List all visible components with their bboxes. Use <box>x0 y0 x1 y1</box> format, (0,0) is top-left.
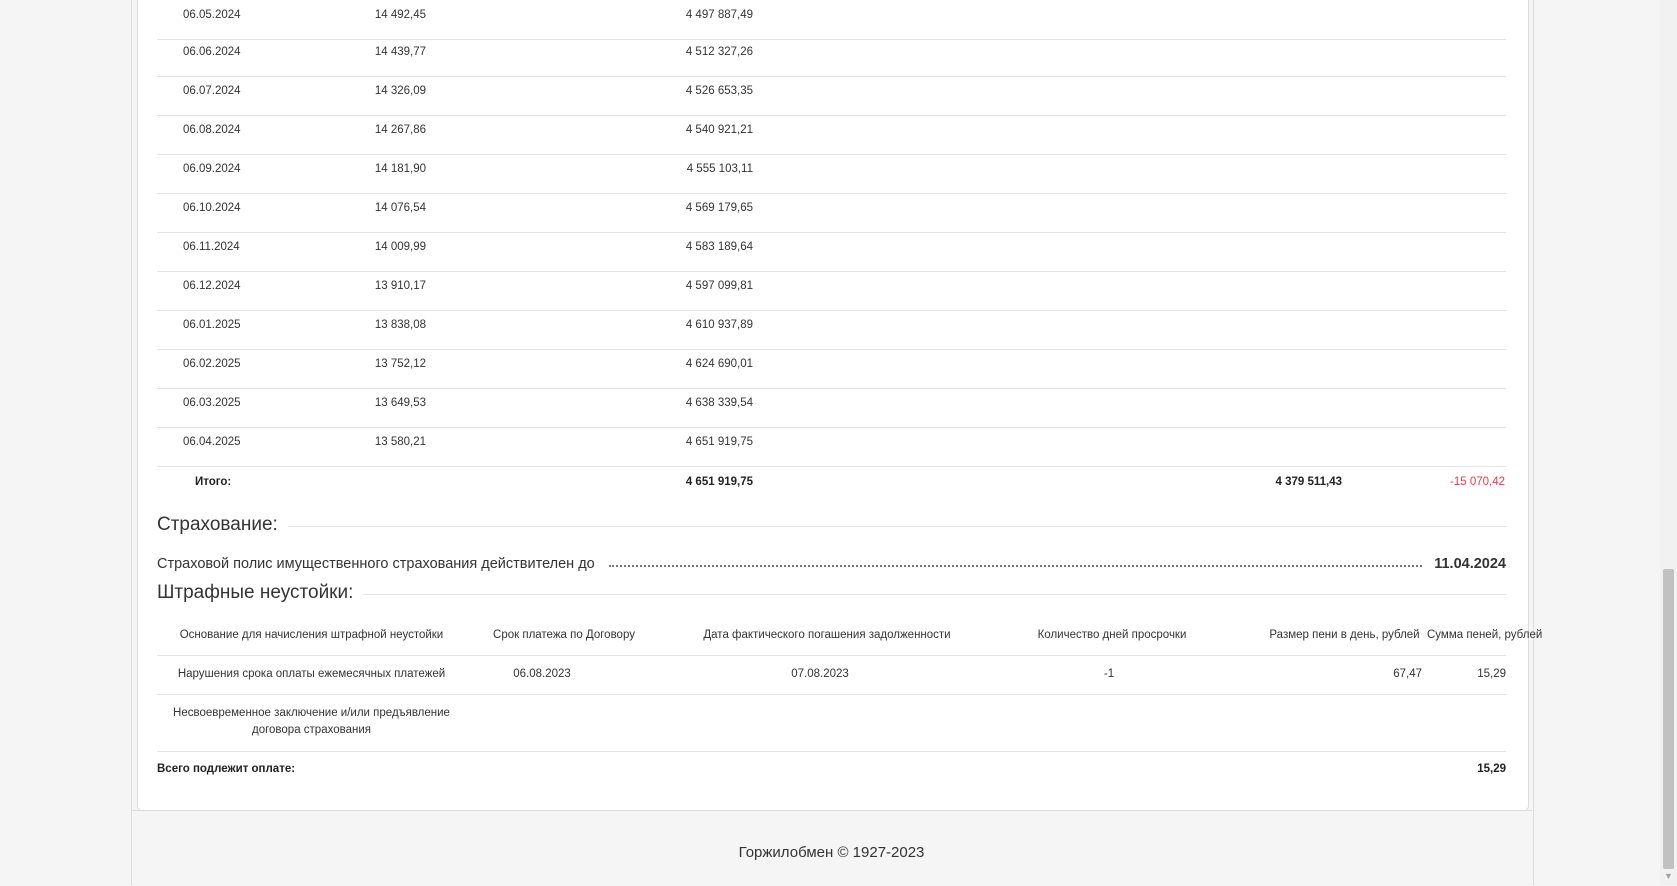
row-date: 06.09.2024 <box>183 163 241 175</box>
table-row: 06.10.2024 14 076,54 4 569 179,65 <box>157 193 1506 233</box>
row-balance: 4 597 099,81 <box>685 280 753 292</box>
row-date: 06.03.2025 <box>183 397 241 409</box>
policy-label: Страховой полис имущественного страхован… <box>157 556 595 572</box>
column-header: Основание для начисления штрафной неусто… <box>179 629 444 641</box>
table-row: 06.03.2025 13 649,53 4 638 339,54 <box>157 388 1506 428</box>
total-paid: 4 379 511,43 <box>1275 476 1342 488</box>
row-balance: 4 624 690,01 <box>685 358 753 370</box>
row-date: 06.10.2024 <box>183 202 241 214</box>
column-header: Дата фактического погашения задолженност… <box>703 629 951 641</box>
total-balance: 4 651 919,75 <box>685 476 753 488</box>
column-header: Сумма пеней, рублей <box>1427 629 1543 641</box>
row-balance: 4 610 937,89 <box>685 319 753 331</box>
row-date: 06.02.2025 <box>183 358 241 370</box>
row-payment: 14 076,54 <box>374 202 426 214</box>
penalty-days: -1 <box>1103 668 1115 680</box>
row-payment: 13 838,08 <box>374 319 426 331</box>
row-balance: 4 569 179,65 <box>685 202 753 214</box>
row-payment: 13 910,17 <box>374 280 426 292</box>
table-row: Нарушения срока оплаты ежемесячных плате… <box>157 656 1506 695</box>
row-payment: 13 580,21 <box>374 436 426 448</box>
penalty-paid-date: 07.08.2023 <box>791 668 849 680</box>
column-header: Срок платежа по Договору <box>493 629 635 641</box>
penalty-due-date: 06.08.2023 <box>513 668 571 680</box>
row-date: 06.06.2024 <box>183 46 241 58</box>
row-date: 06.01.2025 <box>183 319 241 331</box>
row-balance: 4 512 327,26 <box>685 46 753 58</box>
row-payment: 14 181,90 <box>374 163 426 175</box>
table-row: 06.08.2024 14 267,86 4 540 921,21 <box>157 115 1506 155</box>
row-date: 06.05.2024 <box>183 9 241 21</box>
row-balance: 4 555 103,11 <box>686 163 753 175</box>
table-row: 06.04.2025 13 580,21 4 651 919,75 <box>157 427 1506 467</box>
row-balance: 4 638 339,54 <box>685 397 753 409</box>
insurance-policy-row: Страховой полис имущественного страхован… <box>157 550 1506 572</box>
grand-total-row: Всего подлежит оплате: 15,29 <box>157 760 1506 780</box>
insurance-title: Страхование: <box>157 514 278 535</box>
table-row: 06.02.2025 13 752,12 4 624 690,01 <box>157 349 1506 389</box>
scroll-down-arrow-icon[interactable]: ▼ <box>1662 870 1675 882</box>
penalty-sum: 15,29 <box>1477 668 1506 680</box>
table-row: 06.06.2024 14 439,77 4 512 327,26 <box>157 37 1506 77</box>
table-row: 06.11.2024 14 009,99 4 583 189,64 <box>157 232 1506 272</box>
dotted-leader <box>608 565 1423 567</box>
grand-total-label: Всего подлежит оплате: <box>157 763 296 775</box>
policy-date: 11.04.2024 <box>1434 556 1506 572</box>
row-balance: 4 497 887,49 <box>685 9 753 21</box>
penalty-per-day: 67,47 <box>1393 668 1422 680</box>
row-balance: 4 526 653,35 <box>685 85 753 97</box>
section-divider <box>363 593 1506 595</box>
grand-total-value: 15,29 <box>1477 763 1506 775</box>
row-date: 06.08.2024 <box>183 124 241 136</box>
row-payment: 13 752,12 <box>374 358 426 370</box>
row-date: 06.07.2024 <box>183 85 241 97</box>
column-header: Размер пени в день, рублей <box>1269 629 1420 641</box>
row-date: 06.11.2024 <box>183 241 240 253</box>
row-payment: 14 326,09 <box>374 85 426 97</box>
penalties-title: Штрафные неустойки: <box>157 582 354 603</box>
row-payment: 14 492,45 <box>374 9 426 21</box>
schedule-total-row: Итого: 4 651 919,75 4 379 511,43 -15 070… <box>157 472 1506 494</box>
total-label: Итого: <box>195 476 232 488</box>
table-row: Несвоевременное заключение и/или предъяв… <box>157 695 1506 752</box>
row-payment: 14 009,99 <box>374 241 426 253</box>
insurance-section-title: Страхование: <box>157 512 1506 538</box>
scrollbar-thumb[interactable] <box>1663 569 1674 869</box>
row-date: 06.12.2024 <box>183 280 241 292</box>
penalty-reason: Несвоевременное заключение и/или предъяв… <box>173 707 450 736</box>
table-row: 06.05.2024 14 492,45 4 497 887,49 <box>157 0 1506 40</box>
page-footer: Горжилобмен © 1927-2023 <box>131 810 1532 886</box>
row-payment: 13 649,53 <box>374 397 426 409</box>
penalties-section-title: Штрафные неустойки: <box>157 580 1506 606</box>
row-date: 06.04.2025 <box>183 436 241 448</box>
table-row: 06.09.2024 14 181,90 4 555 103,11 <box>157 154 1506 194</box>
total-difference: -15 070,42 <box>1450 476 1505 488</box>
row-payment: 14 267,86 <box>374 124 426 136</box>
row-balance: 4 540 921,21 <box>685 124 753 136</box>
row-payment: 14 439,77 <box>374 46 426 58</box>
section-divider <box>287 525 1506 527</box>
table-row: 06.12.2024 13 910,17 4 597 099,81 <box>157 271 1506 311</box>
column-header: Количество дней просрочки <box>1037 629 1187 641</box>
penalty-reason: Нарушения срока оплаты ежемесячных плате… <box>177 668 446 680</box>
footer-copyright: Горжилобмен © 1927-2023 <box>738 844 925 861</box>
row-balance: 4 651 919,75 <box>685 436 753 448</box>
table-row: 06.01.2025 13 838,08 4 610 937,89 <box>157 310 1506 350</box>
table-row: 06.07.2024 14 326,09 4 526 653,35 <box>157 76 1506 116</box>
row-balance: 4 583 189,64 <box>685 241 753 253</box>
penalties-table-header: Основание для начисления штрафной неусто… <box>157 618 1543 656</box>
